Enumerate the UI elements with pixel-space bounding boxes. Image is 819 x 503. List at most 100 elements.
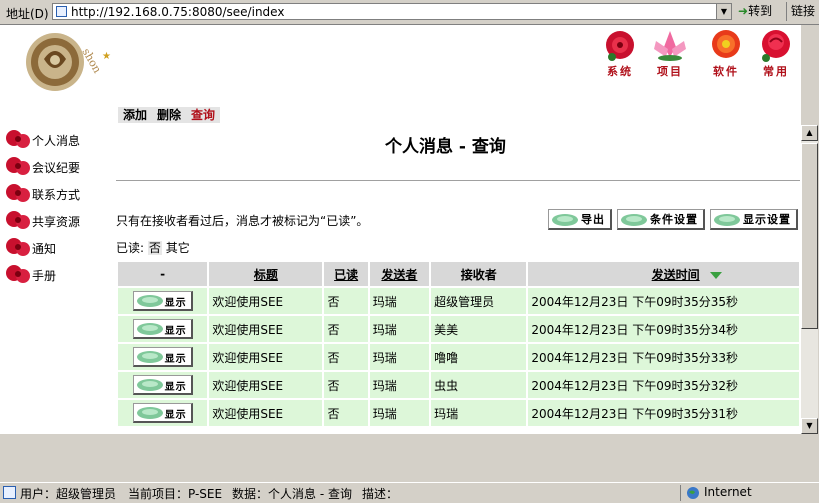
export-label: 导出 bbox=[581, 213, 605, 226]
cell-title[interactable]: 欢迎使用SEE bbox=[207, 370, 325, 400]
status-zone: Internet bbox=[704, 485, 752, 499]
tab-add[interactable]: 添加 bbox=[118, 107, 152, 123]
leaf-icon bbox=[136, 295, 163, 307]
col-header-sender[interactable]: 发送者 bbox=[367, 260, 432, 288]
table-row: 显示 欢迎使用SEE 否 玛瑞 噜噜 2004年12月23日 下午09时35分3… bbox=[115, 342, 801, 372]
show-button[interactable]: 显示 bbox=[132, 403, 193, 423]
cell-time: 2004年12月23日 下午09时35分34秒 bbox=[526, 314, 801, 344]
sidebar-item-label: 通知 bbox=[32, 242, 57, 256]
rose-icon bbox=[6, 184, 30, 202]
tab-query[interactable]: 查询 bbox=[186, 107, 220, 123]
topnav-label: 项目 bbox=[657, 65, 683, 78]
cell-read: 否 bbox=[322, 286, 370, 316]
col-header-receiver: 接收者 bbox=[429, 260, 529, 288]
topnav-label: 软件 bbox=[713, 65, 739, 78]
cell-receiver: 噜噜 bbox=[429, 342, 529, 372]
cell-receiver: 玛瑞 bbox=[429, 398, 529, 428]
leaf-icon bbox=[136, 407, 163, 419]
rose-red-icon bbox=[762, 30, 790, 62]
show-button-label: 显示 bbox=[164, 326, 187, 337]
status-bar: 用户：超级管理员 当前项目：P-SEE 数据：个人消息 - 查询 描述： Int… bbox=[0, 482, 819, 503]
cell-time: 2004年12月23日 下午09时35分31秒 bbox=[526, 398, 801, 428]
sidebar-item-label: 手册 bbox=[32, 269, 57, 283]
topnav-item-project[interactable]: 项目 bbox=[650, 27, 690, 79]
sidebar-item-label: 会议纪要 bbox=[32, 161, 81, 175]
tab-delete[interactable]: 删除 bbox=[152, 107, 186, 123]
display-settings-label: 显示设置 bbox=[743, 213, 791, 226]
sidebar-item-shared[interactable]: 共享资源 bbox=[4, 209, 104, 236]
sidebar-item-label: 共享资源 bbox=[32, 215, 81, 229]
col-header-title[interactable]: 标题 bbox=[207, 260, 325, 288]
topnav-label: 常用 bbox=[763, 65, 789, 78]
display-settings-button[interactable]: 显示设置 bbox=[710, 209, 798, 230]
topnav-item-software[interactable]: 软件 bbox=[706, 27, 746, 79]
scrollbar[interactable]: ▲ ▼ bbox=[801, 125, 818, 434]
filter-label: 已读: bbox=[116, 241, 145, 255]
filter-option-other[interactable]: 其它 bbox=[166, 241, 190, 255]
export-button[interactable]: 导出 bbox=[548, 209, 612, 230]
globe-icon bbox=[687, 487, 699, 499]
url-input[interactable]: http://192.168.0.75:8080/see/index bbox=[52, 3, 732, 20]
cell-title[interactable]: 欢迎使用SEE bbox=[207, 398, 325, 428]
address-bar: 地址(D) http://192.168.0.75:8080/see/index… bbox=[0, 0, 819, 25]
scroll-thumb[interactable] bbox=[801, 143, 818, 329]
cell-sender: 玛瑞 bbox=[367, 370, 432, 400]
cell-title[interactable]: 欢迎使用SEE bbox=[207, 314, 325, 344]
sidebar-item-manual[interactable]: 手册 bbox=[4, 263, 104, 290]
read-filter: 已读: 否 其它 bbox=[116, 239, 190, 256]
show-button[interactable]: 显示 bbox=[132, 375, 193, 395]
action-tabs: 添加 删除 查询 bbox=[118, 107, 221, 123]
read-note: 只有在接收者看过后，消息才被标记为“已读”。 bbox=[116, 214, 369, 228]
cell-sender: 玛瑞 bbox=[367, 342, 432, 372]
col-header-time[interactable]: 发送时间 bbox=[526, 260, 801, 288]
col-header-time-label: 发送时间 bbox=[651, 267, 700, 282]
sidebar-item-label: 联系方式 bbox=[32, 188, 81, 202]
show-button[interactable]: 显示 bbox=[132, 347, 193, 367]
page-title: 个人消息 - 查询 bbox=[385, 137, 506, 157]
table-row: 显示 欢迎使用SEE 否 玛瑞 虫虫 2004年12月23日 下午09时35分3… bbox=[115, 370, 801, 400]
show-button-label: 显示 bbox=[164, 354, 187, 365]
condition-settings-label: 条件设置 bbox=[650, 213, 698, 226]
topnav-item-system[interactable]: 系统 bbox=[600, 27, 640, 79]
sidebar-item-minutes[interactable]: 会议纪要 bbox=[4, 155, 104, 182]
go-button[interactable]: ➜转到 bbox=[738, 3, 782, 20]
sort-desc-icon[interactable] bbox=[709, 271, 722, 279]
leaf-icon bbox=[621, 214, 647, 226]
cell-title[interactable]: 欢迎使用SEE bbox=[207, 286, 325, 316]
cell-time: 2004年12月23日 下午09时35分35秒 bbox=[526, 286, 801, 316]
status-user: 用户：超级管理员 bbox=[20, 487, 117, 501]
scroll-up-icon[interactable]: ▲ bbox=[801, 125, 818, 141]
sidebar-item-notice[interactable]: 通知 bbox=[4, 236, 104, 263]
condition-settings-button[interactable]: 条件设置 bbox=[617, 209, 705, 230]
row-action-cell: 显示 bbox=[115, 370, 210, 400]
topnav-label: 系统 bbox=[607, 65, 633, 78]
status-data: 数据：个人消息 - 查询 bbox=[232, 487, 352, 501]
row-action-cell: 显示 bbox=[115, 286, 210, 316]
filter-option-no[interactable]: 否 bbox=[147, 241, 162, 255]
status-divider bbox=[680, 485, 681, 501]
show-button[interactable]: 显示 bbox=[132, 319, 193, 339]
sidebar-item-contacts[interactable]: 联系方式 bbox=[4, 182, 104, 209]
links-button[interactable]: 链接 bbox=[786, 2, 818, 21]
scroll-down-icon[interactable]: ▼ bbox=[801, 418, 818, 434]
rose-icon bbox=[6, 265, 30, 283]
page-status-icon bbox=[3, 486, 16, 499]
sidebar-item-label: 个人消息 bbox=[32, 134, 81, 148]
cell-receiver: 美美 bbox=[429, 314, 529, 344]
col-header-read[interactable]: 已读 bbox=[322, 260, 370, 288]
cell-title[interactable]: 欢迎使用SEE bbox=[207, 342, 325, 372]
leaf-icon bbox=[136, 379, 163, 391]
show-button[interactable]: 显示 bbox=[132, 291, 193, 311]
rose-icon bbox=[6, 238, 30, 256]
cell-time: 2004年12月23日 下午09时35分33秒 bbox=[526, 342, 801, 372]
chevron-down-icon[interactable]: ▼ bbox=[716, 3, 732, 20]
address-label: 地址(D) bbox=[6, 7, 49, 21]
sidebar-item-messages[interactable]: 个人消息 bbox=[4, 128, 104, 155]
rose-icon bbox=[6, 211, 30, 229]
flower-red-icon bbox=[606, 31, 634, 61]
go-arrow-icon: ➜ bbox=[738, 4, 749, 18]
col-header-action: - bbox=[115, 260, 210, 288]
cell-sender: 玛瑞 bbox=[367, 286, 432, 316]
cell-time: 2004年12月23日 下午09时35分32秒 bbox=[526, 370, 801, 400]
topnav-item-common[interactable]: 常用 bbox=[756, 27, 796, 79]
